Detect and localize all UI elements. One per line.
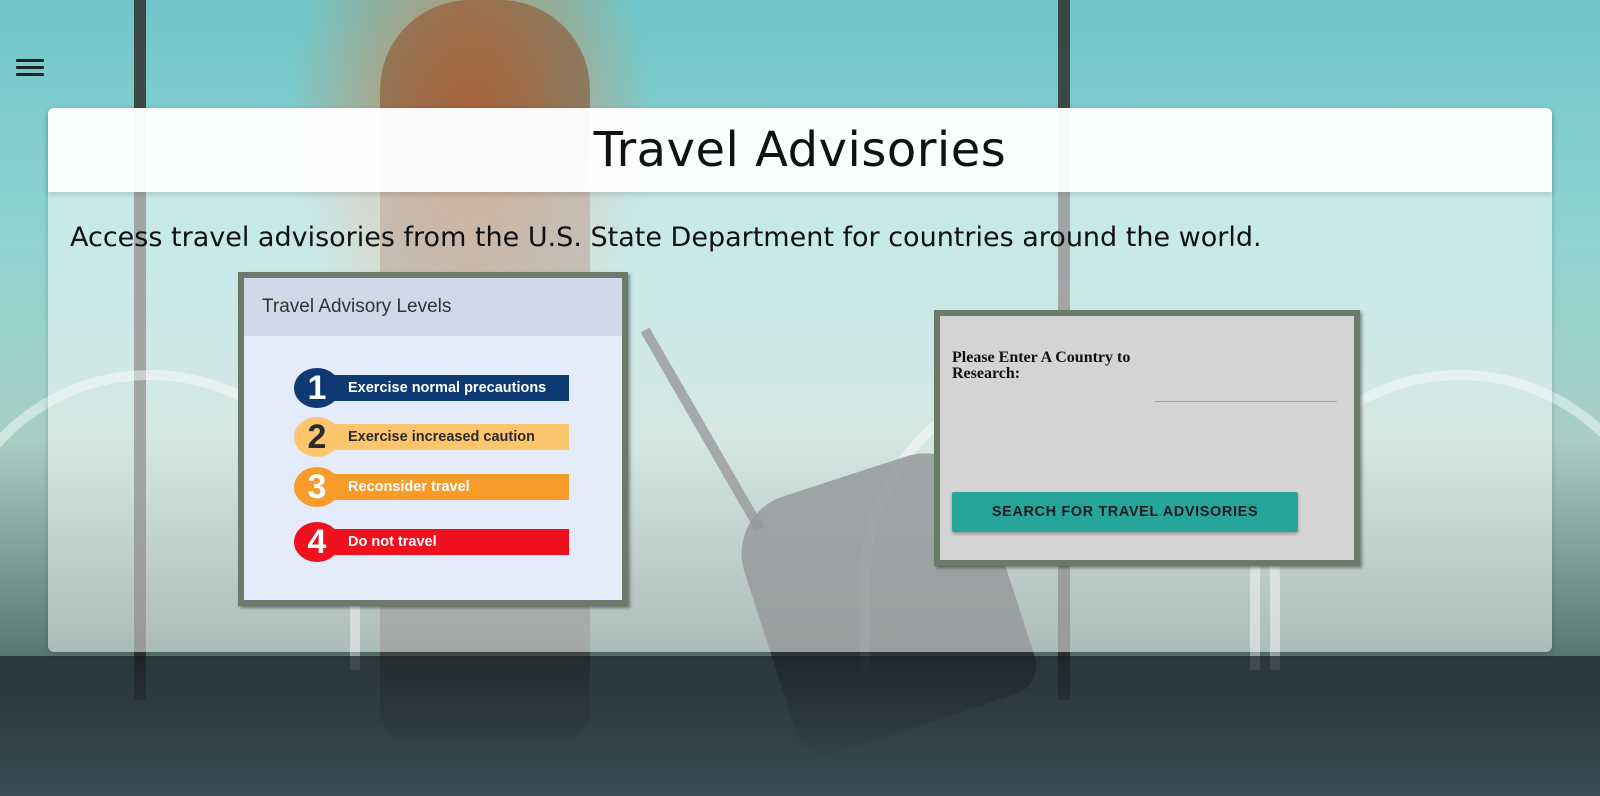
country-search-input[interactable] xyxy=(1155,376,1337,402)
page-title: Travel Advisories xyxy=(593,122,1007,178)
advisory-level-number: 1 xyxy=(294,368,340,408)
main-card: Travel Advisories Access travel advisori… xyxy=(48,108,1552,652)
advisory-level-row: Exercise normal precautions 1 xyxy=(294,368,569,408)
advisory-level-row: Do not travel 4 xyxy=(294,522,569,562)
advisory-level-row: Reconsider travel 3 xyxy=(294,467,569,507)
advisory-level-label: Reconsider travel xyxy=(318,474,569,500)
advisory-level-number: 3 xyxy=(294,467,340,507)
advisory-levels-card: Travel Advisory Levels Exercise normal p… xyxy=(238,272,628,606)
advisory-level-label: Exercise increased caution xyxy=(318,424,569,450)
intro-text: Access travel advisories from the U.S. S… xyxy=(70,222,1262,253)
advisory-level-number: 4 xyxy=(294,522,340,562)
hamburger-menu-icon[interactable] xyxy=(16,55,44,81)
advisory-levels-title: Travel Advisory Levels xyxy=(244,278,622,336)
search-advisories-button[interactable]: SEARCH FOR TRAVEL ADVISORIES xyxy=(952,492,1298,532)
advisory-level-number: 2 xyxy=(294,417,340,457)
title-bar: Travel Advisories xyxy=(48,108,1552,192)
country-search-label: Please Enter A Country to Research: xyxy=(952,349,1131,382)
terminal-floor xyxy=(0,656,1600,796)
advisory-level-row: Exercise increased caution 2 xyxy=(294,417,569,457)
country-search-card: Please Enter A Country to Research: SEAR… xyxy=(934,310,1360,566)
advisory-level-label: Exercise normal precautions xyxy=(318,375,569,401)
advisory-level-label: Do not travel xyxy=(318,529,569,555)
